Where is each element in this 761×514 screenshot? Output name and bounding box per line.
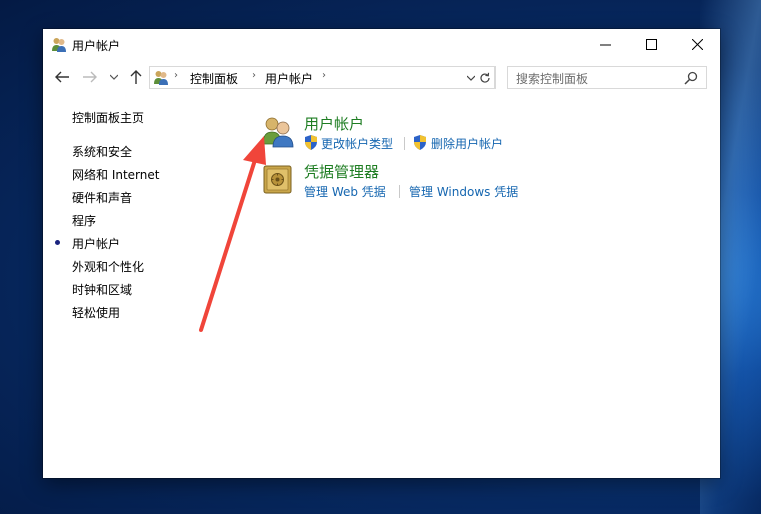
title-bar: 用户帐户 <box>43 29 720 59</box>
sidebar-item-user-accounts[interactable]: 用户帐户 <box>72 235 120 252</box>
sidebar-item-network-internet[interactable]: 网络和 Internet <box>72 166 159 183</box>
maximize-icon <box>645 38 657 50</box>
shield-icon <box>305 135 317 150</box>
window-title: 用户帐户 <box>72 39 121 53</box>
category-title-user-accounts[interactable]: 用户帐户 <box>304 113 364 134</box>
sidebar-item-clock-region[interactable]: 时钟和区域 <box>72 281 132 298</box>
close-icon <box>691 38 703 50</box>
search-placeholder: 搜索控制面板 <box>516 72 589 86</box>
manage-windows-credentials-link[interactable]: 管理 Windows 凭据 <box>409 183 518 200</box>
navigation-bar: › 控制面板 › 用户帐户 › 搜索控制面板 <box>43 62 720 92</box>
refresh-icon <box>480 72 490 83</box>
breadcrumb-user-accounts[interactable]: 用户帐户 <box>265 70 313 87</box>
control-panel-window: 用户帐户 › 控制面板 › 用户帐户 › 搜索控制面板 控制面板主页 系统和安全… <box>43 29 720 478</box>
sidebar-home-link[interactable]: 控制面板主页 <box>72 109 144 126</box>
search-input[interactable]: 搜索控制面板 <box>507 66 707 89</box>
forward-arrow-icon <box>83 71 97 83</box>
breadcrumb-separator[interactable]: › <box>174 70 178 81</box>
delete-user-account-link[interactable]: 删除用户帐户 <box>431 135 503 152</box>
user-accounts-icon <box>52 38 66 52</box>
back-button[interactable] <box>51 66 73 88</box>
change-account-type-link[interactable]: 更改帐户类型 <box>321 135 393 152</box>
shield-icon <box>414 135 426 150</box>
link-divider <box>399 185 400 198</box>
breadcrumb-separator[interactable]: › <box>252 70 256 81</box>
minimize-icon <box>599 44 611 45</box>
sidebar-item-programs[interactable]: 程序 <box>72 212 96 229</box>
recent-locations-button[interactable] <box>107 66 121 88</box>
sidebar-item-hardware-sound[interactable]: 硬件和声音 <box>72 189 132 206</box>
sidebar-item-system-security[interactable]: 系统和安全 <box>72 143 132 160</box>
maximize-button[interactable] <box>628 29 674 59</box>
chevron-down-icon <box>110 74 118 80</box>
search-icon[interactable] <box>683 70 699 86</box>
manage-web-credentials-link[interactable]: 管理 Web 凭据 <box>304 183 386 200</box>
sidebar-item-ease-of-access[interactable]: 轻松使用 <box>72 304 120 321</box>
chevron-down-icon <box>467 75 475 81</box>
minimize-button[interactable] <box>582 29 628 59</box>
forward-button[interactable] <box>79 66 101 88</box>
refresh-button[interactable] <box>476 66 495 89</box>
active-item-bullet <box>55 240 60 245</box>
user-accounts-icon <box>154 71 168 85</box>
breadcrumb-control-panel[interactable]: 控制面板 <box>190 70 238 87</box>
close-button[interactable] <box>674 29 720 59</box>
address-bar[interactable]: › 控制面板 › 用户帐户 › <box>149 66 496 89</box>
up-arrow-icon <box>130 70 142 84</box>
category-title-credential-manager[interactable]: 凭据管理器 <box>304 161 379 182</box>
user-accounts-icon[interactable] <box>261 114 295 148</box>
link-divider <box>404 137 405 150</box>
breadcrumb-separator[interactable]: › <box>322 70 326 81</box>
up-button[interactable] <box>126 66 146 88</box>
sidebar-item-appearance[interactable]: 外观和个性化 <box>72 258 144 275</box>
back-arrow-icon <box>55 71 69 83</box>
credential-vault-icon[interactable] <box>261 162 295 196</box>
